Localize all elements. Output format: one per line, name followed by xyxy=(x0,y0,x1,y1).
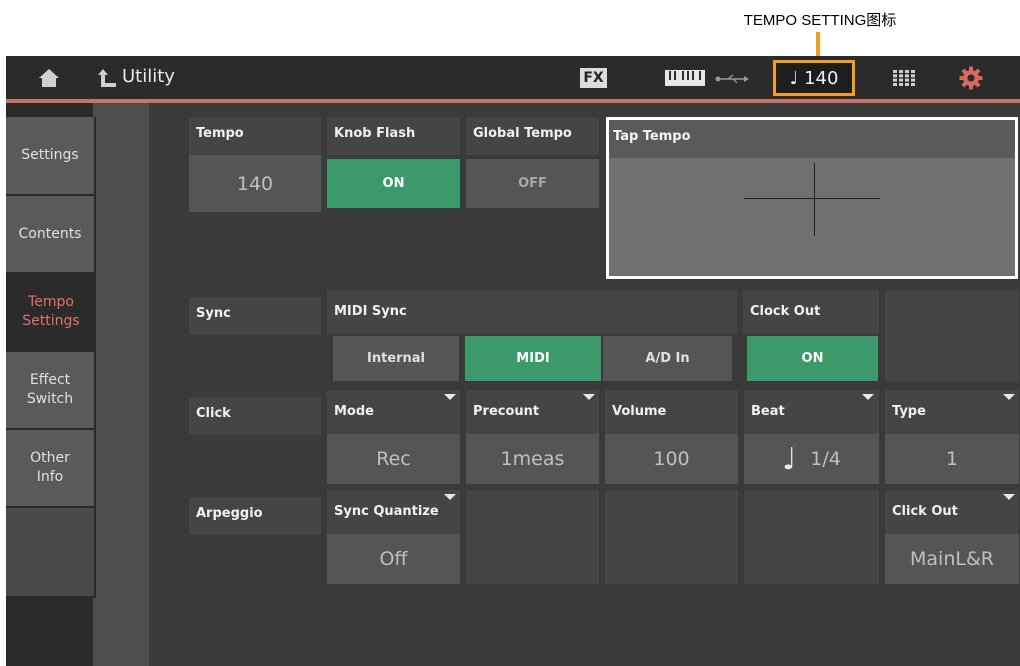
global-tempo-toggle[interactable]: OFF xyxy=(466,159,599,208)
click-volume-label: Volume xyxy=(605,390,738,434)
click-volume-value[interactable]: 100 xyxy=(605,434,738,484)
dropdown-arrow-icon xyxy=(444,394,456,400)
gear-icon[interactable] xyxy=(959,66,983,90)
clock-out-label: Clock Out xyxy=(743,290,879,334)
click-out-value[interactable]: MainL&R xyxy=(885,534,1019,584)
empty-cell xyxy=(744,490,879,584)
tempo-label: Tempo xyxy=(189,117,321,155)
dropdown-arrow-icon xyxy=(1003,494,1015,500)
tempo-value[interactable]: 140 xyxy=(189,155,321,212)
sidebar-item-contents[interactable]: Contents xyxy=(6,196,96,274)
click-precount-value[interactable]: 1meas xyxy=(466,434,599,484)
tap-tempo-label: Tap Tempo xyxy=(609,120,1015,158)
click-out-label: Click Out xyxy=(885,490,1019,534)
midi-sync-midi-button[interactable]: MIDI xyxy=(465,336,601,381)
midi-sync-label: MIDI Sync xyxy=(327,290,737,334)
annotation-pointer xyxy=(816,32,820,56)
sidebar-item-empty xyxy=(6,508,96,598)
sidebar-item-tempo-settings[interactable]: Tempo Settings xyxy=(6,274,96,352)
tempo-setting-value: 140 xyxy=(804,67,839,89)
dropdown-arrow-icon xyxy=(862,394,874,400)
sync-quantize-value[interactable]: Off xyxy=(327,534,460,584)
click-type-value[interactable]: 1 xyxy=(885,434,1019,484)
click-beat-value: 1/4 xyxy=(810,448,841,470)
click-precount-label: Precount xyxy=(466,390,599,434)
sidebar-inner-panel xyxy=(93,103,149,666)
annotation-label: TEMPO SETTING图标 xyxy=(743,12,897,29)
home-icon[interactable] xyxy=(38,68,60,88)
click-type-label: Type xyxy=(885,390,1019,434)
fx-button[interactable]: FX xyxy=(580,68,607,88)
midi-sync-ad-in-button[interactable]: A/D In xyxy=(603,336,732,381)
page-title: Utility xyxy=(122,66,175,87)
arpeggio-row-label: Arpeggio xyxy=(189,497,321,535)
up-arrow-icon[interactable] xyxy=(97,68,117,88)
tempo-setting-button[interactable]: ♩ 140 xyxy=(773,60,855,96)
sidebar-item-effect-switch[interactable]: Effect Switch xyxy=(6,352,96,430)
quarter-note-icon: ♩ xyxy=(782,441,797,477)
dropdown-arrow-icon xyxy=(583,394,595,400)
keyboard-icon xyxy=(665,70,705,86)
sync-quantize-label: Sync Quantize xyxy=(327,490,460,534)
empty-cell xyxy=(885,290,1019,382)
empty-cell xyxy=(605,490,738,584)
click-row-label: Click xyxy=(189,397,321,435)
midi-sync-internal-button[interactable]: Internal xyxy=(333,336,459,381)
click-mode-value[interactable]: Rec xyxy=(327,434,460,484)
dropdown-arrow-icon xyxy=(444,494,456,500)
dropdown-arrow-icon xyxy=(1003,394,1015,400)
empty-cell xyxy=(466,490,599,584)
sidebar-item-other-info[interactable]: Other Info xyxy=(6,430,96,508)
usb-icon xyxy=(715,74,749,84)
grid-icon[interactable] xyxy=(893,70,915,86)
click-beat-label: Beat xyxy=(744,390,879,434)
sidebar-item-settings[interactable]: Settings xyxy=(6,117,96,196)
global-tempo-label: Global Tempo xyxy=(466,117,599,155)
note-icon: ♩ xyxy=(789,67,799,89)
top-bar-accent-line xyxy=(6,99,1020,103)
knob-flash-label: Knob Flash xyxy=(327,117,460,155)
tap-crosshair-vertical xyxy=(814,163,815,236)
tap-crosshair-horizontal xyxy=(744,198,880,199)
clock-out-toggle[interactable]: ON xyxy=(747,336,878,381)
knob-flash-toggle[interactable]: ON xyxy=(327,159,460,208)
sync-row-label: Sync xyxy=(189,297,321,335)
click-beat-value-cell[interactable]: ♩ 1/4 xyxy=(744,434,879,484)
click-mode-label: Mode xyxy=(327,390,460,434)
